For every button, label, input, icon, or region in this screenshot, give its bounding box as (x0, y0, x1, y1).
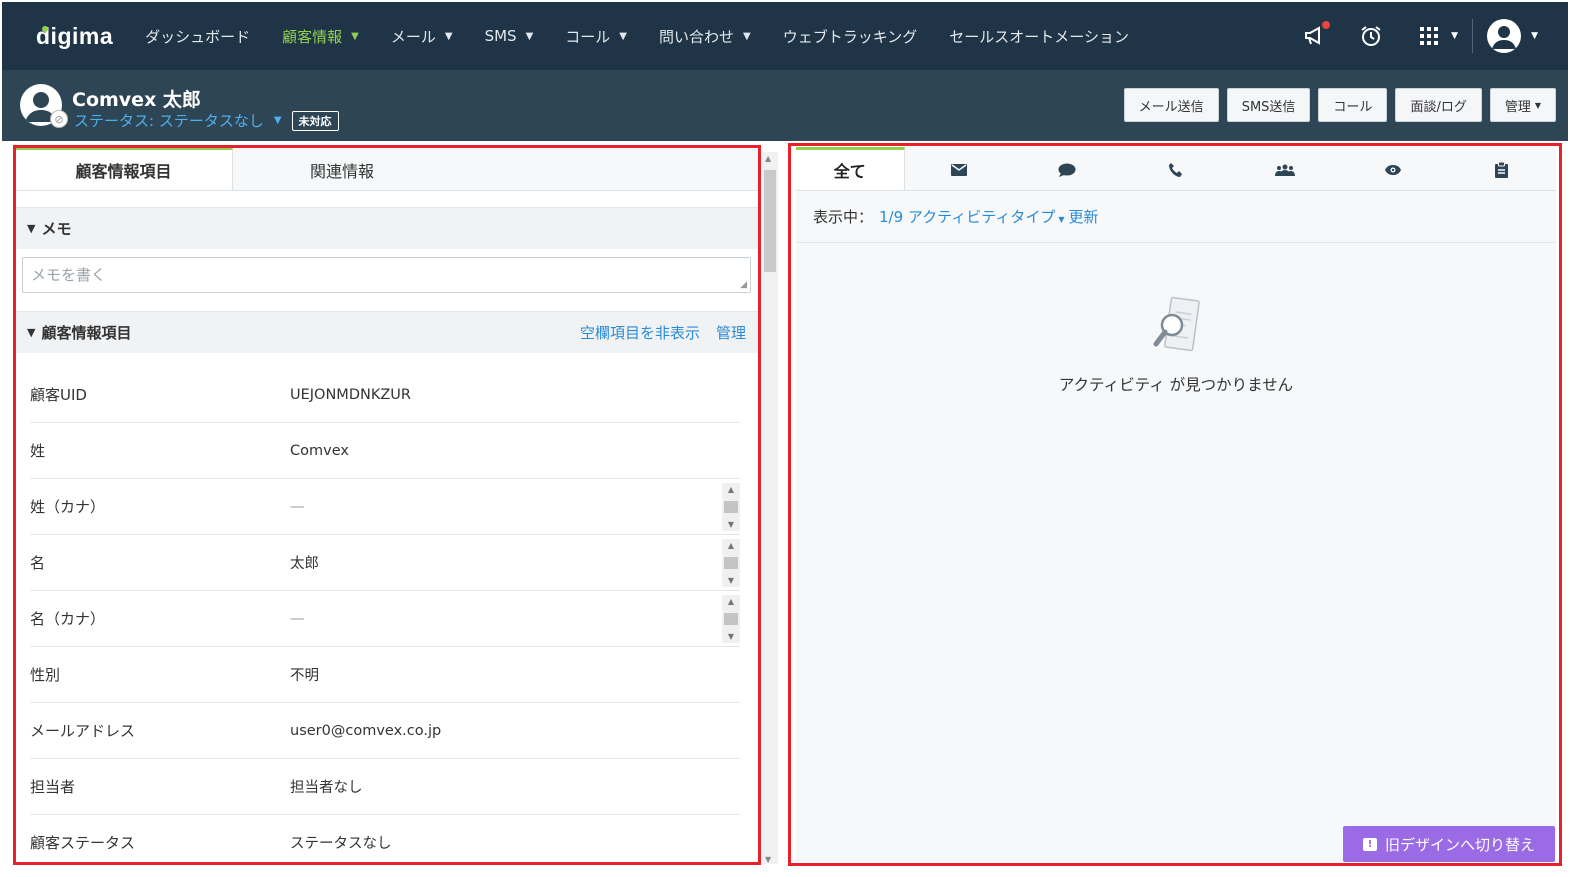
manage-menu-button[interactable]: 管理 ▼ (1489, 88, 1556, 122)
send-sms-button[interactable]: SMS送信 (1226, 88, 1311, 122)
divider (1472, 19, 1474, 53)
send-mail-button[interactable]: メール送信 (1123, 88, 1219, 122)
empty-state: アクティビティ が見つかりません (796, 295, 1556, 395)
field-scrollbar[interactable]: ▲ ▼ (722, 483, 740, 531)
field-row: メールアドレス user0@comvex.co.jp (30, 703, 740, 759)
manage-fields-link[interactable]: 管理 (716, 322, 746, 343)
header-actions: メール送信 SMS送信 コール 面談/ログ 管理 ▼ (1116, 88, 1556, 122)
field-row: 担当者 担当者なし (30, 759, 740, 815)
empty-message: アクティビティ が見つかりません (1058, 376, 1294, 394)
chevron-down-icon: ▼ (273, 115, 282, 126)
chevron-down-icon: ▼ (444, 30, 453, 42)
left-panel-scrollbar[interactable]: ▲ ▼ (762, 152, 778, 864)
status-dropdown[interactable]: ステータス: ステータスなし ▼ 未対応 (74, 110, 339, 131)
hide-empty-fields-link[interactable]: 空欄項目を非表示 (580, 322, 700, 343)
customer-name: Comvex 太郎 (72, 89, 201, 111)
digima-logo[interactable]: digima (36, 23, 113, 50)
fields-section-header[interactable]: ▼ 顧客情報項目 空欄項目を非表示 管理 (15, 311, 758, 353)
tab-meeting[interactable] (1230, 147, 1339, 190)
nav-sales-automation[interactable]: セールスオートメーション (949, 26, 1129, 47)
chevron-down-icon: ▼ (27, 326, 36, 339)
tab-related-info[interactable]: 関連情報 (233, 147, 451, 190)
customer-info-panel: 顧客情報項目 関連情報 ▼ メモ メモを書く ◢ ▼ 顧客情報項目 空欄項目を非… (15, 147, 758, 862)
activity-type-filter[interactable]: 1/9 アクティビティタイプ ▼ (879, 206, 1065, 227)
nav-customer-info[interactable]: 顧客情報 ▼ (282, 26, 359, 47)
memo-input[interactable]: メモを書く ◢ (22, 257, 751, 293)
activity-panel: 全て 表示中： 1/9 アクティビティタイプ ▼ 更新 アクティビティ が見つか… (796, 147, 1556, 862)
group-icon (1274, 164, 1295, 176)
field-row: 名（カナ） — ▲ ▼ (30, 591, 740, 647)
alarm-clock-icon[interactable] (1359, 24, 1383, 48)
tab-web-view[interactable] (1339, 147, 1448, 190)
field-list: 顧客UID UEJONMDNKZUR 姓 Comvex 姓（カナ） — ▲ ▼ 名太郎 … (15, 367, 758, 862)
left-tabs: 顧客情報項目 関連情報 (15, 147, 758, 191)
chevron-down-icon: ▼ (351, 30, 359, 42)
status-badge: 未対応 (291, 110, 339, 131)
magnifier-document-icon (1153, 296, 1200, 352)
nav-web-tracking[interactable]: ウェブトラッキング (783, 26, 918, 47)
nav-right-tools: ▼ ▼ (1303, 2, 1568, 70)
top-navigation: digima ダッシュボード 顧客情報 ▼ メール ▼ SMS ▼ コール ▼ 問い合わ… (2, 2, 1568, 70)
no-entry-icon: ⊘ (50, 110, 68, 128)
meeting-log-button[interactable]: 面談/ログ (1395, 88, 1482, 122)
chevron-down-icon: ▼ (1058, 215, 1065, 224)
chevron-down-icon: ▼ (1534, 100, 1541, 110)
customer-header: ⊘ Comvex 太郎 ステータス: ステータスなし ▼ 未対応 メール送信 SM… (2, 70, 1568, 141)
user-avatar-icon[interactable] (1487, 19, 1522, 53)
chevron-down-icon: ▼ (525, 30, 534, 42)
call-button[interactable]: コール (1318, 88, 1388, 122)
nav-inquiry[interactable]: 問い合わせ ▼ (659, 26, 751, 47)
chevron-down-icon: ▼ (743, 30, 751, 42)
eye-icon (1385, 165, 1402, 175)
chat-icon (1058, 163, 1076, 177)
scrollbar-thumb[interactable] (764, 170, 776, 272)
nav-mail[interactable]: メール ▼ (391, 26, 453, 47)
field-row: 姓 Comvex (30, 423, 740, 479)
nav-sms[interactable]: SMS ▼ (485, 27, 534, 45)
chevron-down-icon[interactable]: ▼ (1451, 31, 1458, 41)
phone-icon (1169, 163, 1183, 177)
refresh-link[interactable]: 更新 (1069, 206, 1099, 227)
nav-dashboard[interactable]: ダッシュボード (145, 26, 250, 47)
tab-mail[interactable] (905, 147, 1014, 190)
field-row: 顧客ステータス ステータスなし (30, 815, 740, 862)
tab-tasks[interactable] (1447, 147, 1556, 190)
memo-section-header[interactable]: ▼ メモ (15, 207, 758, 249)
field-row: 性別 不明 (30, 647, 740, 703)
chevron-down-icon: ▼ (27, 222, 36, 235)
field-row: 名太郎 ▲ ▼ (30, 535, 740, 591)
tab-customer-fields[interactable]: 顧客情報項目 (15, 147, 233, 190)
main-menu: ダッシュボード 顧客情報 ▼ メール ▼ SMS ▼ コール ▼ 問い合わせ ▼ ウェブト… (145, 26, 1161, 47)
feedback-icon: ! (1362, 837, 1377, 851)
resize-handle-icon[interactable]: ◢ (740, 280, 747, 290)
chevron-down-icon: ▼ (619, 30, 627, 42)
clipboard-icon (1495, 162, 1509, 178)
field-row: 姓（カナ） — ▲ ▼ (30, 479, 740, 535)
activity-filter-bar: 表示中： 1/9 アクティビティタイプ ▼ 更新 (796, 191, 1556, 243)
activity-tabs: 全て (796, 147, 1556, 191)
chevron-down-icon[interactable]: ▼ (1531, 31, 1538, 41)
field-scrollbar[interactable]: ▲ ▼ (722, 539, 740, 587)
tab-all-activity[interactable]: 全て (796, 147, 905, 190)
tab-sms[interactable] (1013, 147, 1122, 190)
nav-call[interactable]: コール ▼ (565, 26, 627, 47)
field-scrollbar[interactable]: ▲ ▼ (722, 595, 740, 643)
megaphone-icon[interactable] (1303, 21, 1331, 48)
field-row: 顧客UID UEJONMDNKZUR (30, 367, 740, 423)
app-grid-icon[interactable] (1417, 24, 1441, 48)
tab-call[interactable] (1122, 147, 1231, 190)
mail-icon (950, 164, 967, 176)
switch-old-design-button[interactable]: ! 旧デザインへ切り替え (1343, 826, 1555, 862)
